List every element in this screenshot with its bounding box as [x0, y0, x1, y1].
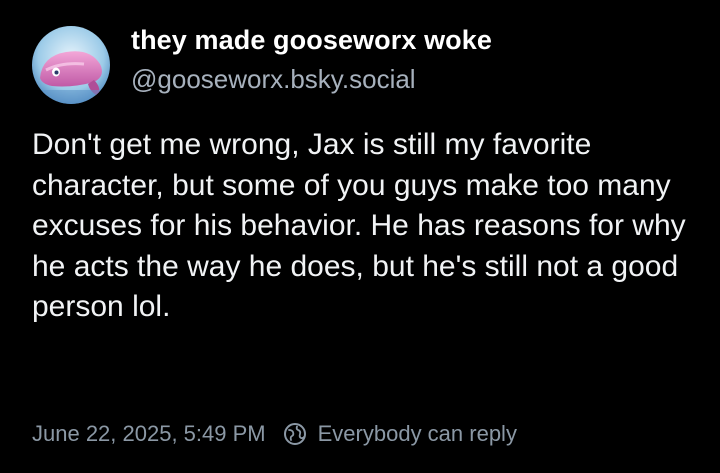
avatar-image: [32, 26, 110, 104]
post-timestamp[interactable]: June 22, 2025, 5:49 PM: [32, 421, 266, 447]
author-handle[interactable]: @gooseworx.bsky.social: [131, 62, 416, 96]
post-card: they made gooseworx woke @gooseworx.bsky…: [0, 0, 720, 473]
avatar[interactable]: [32, 26, 110, 104]
author-display-name[interactable]: they made gooseworx woke: [131, 22, 492, 58]
reply-setting-label: Everybody can reply: [317, 421, 517, 446]
post-meta: June 22, 2025, 5:49 PM Everybody can rep…: [32, 416, 517, 452]
globe-icon: [282, 421, 308, 447]
post-text: Don't get me wrong, Jax is still my favo…: [32, 128, 686, 323]
reply-setting-button[interactable]: Everybody can reply: [282, 421, 517, 447]
